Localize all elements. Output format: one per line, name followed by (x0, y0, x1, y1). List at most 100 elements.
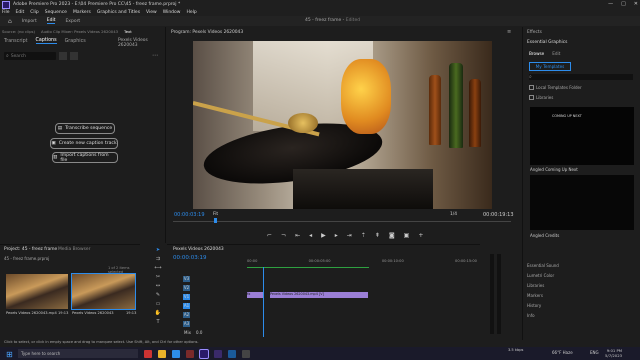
taskbar-search-input[interactable]: Type here to search (18, 349, 138, 358)
comparison-icon[interactable]: ▣ (404, 232, 410, 239)
clip-segment-frozen[interactable]: fx (247, 292, 263, 298)
audio-clip-mixer-tab[interactable]: Audio Clip Mixer: Pexels Videos 2620043 (41, 29, 118, 36)
my-templates-button[interactable]: My Templates (529, 62, 571, 71)
effects-tab[interactable]: Effects (527, 30, 542, 35)
track-header-a3[interactable]: A3 (183, 321, 243, 327)
transcribe-sequence-button[interactable]: ▤ Transcribe sequence (55, 123, 115, 134)
fit-select[interactable]: Fit (213, 212, 218, 217)
libraries-checkbox[interactable]: Libraries (529, 95, 553, 100)
photoshop-icon[interactable] (228, 349, 236, 358)
menu-markers[interactable]: Markers (73, 10, 91, 15)
down-arrow-button[interactable] (70, 52, 78, 60)
extract-icon[interactable]: ⇞ (375, 232, 380, 239)
tab-edit[interactable]: Edit (46, 18, 56, 24)
timeline-ruler[interactable]: 00:00 00:00:05:00 00:00:10:00 00:00:15:0… (247, 259, 477, 267)
tab-import[interactable]: Import (22, 19, 37, 24)
hand-tool-icon[interactable]: ✋ (155, 310, 161, 316)
track-header-v2[interactable]: V2 (183, 285, 243, 291)
track-header-v3[interactable]: V3 (183, 276, 243, 282)
menu-file[interactable]: File (2, 10, 10, 15)
status-bar: Click to select, or click in empty space… (0, 340, 640, 347)
mark-in-icon[interactable]: ⌐ (267, 232, 272, 239)
maximize-button[interactable]: □ (621, 1, 626, 7)
project-clip-thumbnail[interactable] (6, 274, 68, 309)
file-explorer-icon[interactable] (158, 349, 166, 358)
track-header-a1[interactable]: A1 (183, 303, 243, 309)
lift-icon[interactable]: ⇡ (361, 232, 366, 239)
template-preview-2[interactable] (530, 175, 634, 230)
panel-menu-icon[interactable]: ≡ (507, 29, 511, 35)
timeline-timecode[interactable]: 00:00:03:19 (173, 255, 207, 261)
menu-view[interactable]: View (146, 10, 157, 15)
local-templates-checkbox[interactable]: Local Templates Folder (529, 85, 582, 90)
rectangle-tool-icon[interactable]: ▭ (156, 301, 161, 307)
menu-clip[interactable]: Clip (30, 10, 39, 15)
edge-icon[interactable] (172, 349, 180, 358)
go-to-out-icon[interactable]: ⇥ (347, 232, 352, 239)
info-tab[interactable]: Info (527, 313, 559, 318)
program-timecode[interactable]: 00:00:03:19 (174, 212, 205, 218)
libraries-tab[interactable]: Libraries (527, 283, 559, 288)
tab-transcript[interactable]: Transcript (4, 39, 28, 44)
import-captions-button[interactable]: ▥ Import captions from file (52, 152, 118, 163)
tab-browse[interactable]: Browse (529, 51, 544, 56)
video-clip-v1[interactable]: Pexels Videos 2620043.mp4 [V] (270, 292, 368, 298)
menu-window[interactable]: Window (163, 10, 181, 15)
ripple-edit-tool-icon[interactable]: ⟷ (154, 265, 161, 271)
mark-out-icon[interactable]: ¬ (281, 232, 286, 239)
search-input[interactable]: ⌕ Search (4, 52, 56, 60)
project-sequence-thumbnail[interactable] (71, 273, 136, 310)
lumetri-color-tab[interactable]: Lumetri Color (527, 273, 559, 278)
close-button[interactable]: ✕ (634, 1, 638, 7)
export-frame-icon[interactable]: ◙ (389, 232, 395, 239)
track-header-v1[interactable]: V1 (183, 294, 243, 300)
up-arrow-button[interactable] (59, 52, 67, 60)
menu-help[interactable]: Help (186, 10, 196, 15)
program-playhead[interactable] (214, 218, 217, 223)
menu-graphics-titles[interactable]: Graphics and Titles (97, 10, 140, 15)
app-icon[interactable] (144, 349, 152, 358)
add-icon[interactable]: + (418, 232, 423, 239)
menu-edit[interactable]: Edit (16, 10, 25, 15)
text-tab[interactable]: Text (124, 29, 132, 36)
home-icon[interactable]: ⌂ (8, 18, 12, 25)
track-header-mix[interactable]: Mix 0.0 (183, 330, 243, 336)
eg-search-input[interactable]: ⌕ (529, 74, 633, 80)
tab-export[interactable]: Export (65, 19, 80, 24)
menu-sequence[interactable]: Sequence (45, 10, 67, 15)
step-forward-icon[interactable]: ▸ (335, 232, 338, 239)
razor-tool-icon[interactable]: ✂ (156, 274, 160, 280)
after-effects-icon[interactable] (214, 349, 222, 358)
status-hint: Click to select, or click in empty space… (4, 340, 199, 344)
step-back-icon[interactable]: ◂ (309, 232, 312, 239)
play-icon[interactable]: ▶ (321, 232, 326, 239)
tab-graphics[interactable]: Graphics (65, 39, 86, 44)
go-to-in-icon[interactable]: ⇤ (295, 232, 300, 239)
essential-sound-tab[interactable]: Essential Sound (527, 263, 559, 268)
markers-tab[interactable]: Markers (527, 293, 559, 298)
track-select-tool-icon[interactable]: ⇉ (156, 256, 160, 262)
more-icon[interactable]: ⋯ (152, 52, 158, 59)
premiere-taskbar-icon[interactable] (199, 348, 209, 359)
history-tab[interactable]: History (527, 303, 559, 308)
minimize-button[interactable]: — (608, 1, 613, 7)
track-header-a2[interactable]: A2 (183, 312, 243, 318)
type-tool-icon[interactable]: T (156, 319, 159, 325)
timeline-playhead[interactable] (263, 267, 264, 337)
template-preview-1[interactable]: COMING UP NEXT (530, 107, 634, 165)
app-icon[interactable] (242, 349, 250, 358)
pen-tool-icon[interactable]: ✎ (156, 292, 160, 298)
create-caption-track-button[interactable]: ▣ Create new caption track (50, 138, 118, 149)
source-tab[interactable]: Source: (no clips) (2, 29, 35, 36)
start-icon[interactable]: ⊞ (6, 350, 14, 359)
work-area-bar[interactable] (247, 267, 369, 268)
tab-eg-edit[interactable]: Edit (552, 51, 560, 56)
project-panel: Project: 45 - freez frame Media Browser … (0, 244, 140, 341)
slip-tool-icon[interactable]: ↔ (156, 283, 160, 289)
app-icon[interactable] (186, 349, 194, 358)
selection-tool-icon[interactable]: ➤ (156, 247, 160, 253)
media-browser-tab[interactable]: Media Browser (58, 247, 90, 252)
tab-captions[interactable]: Captions (35, 38, 57, 44)
program-scrub-bar[interactable] (173, 221, 511, 222)
quality-select[interactable]: 1/4 (450, 212, 457, 217)
